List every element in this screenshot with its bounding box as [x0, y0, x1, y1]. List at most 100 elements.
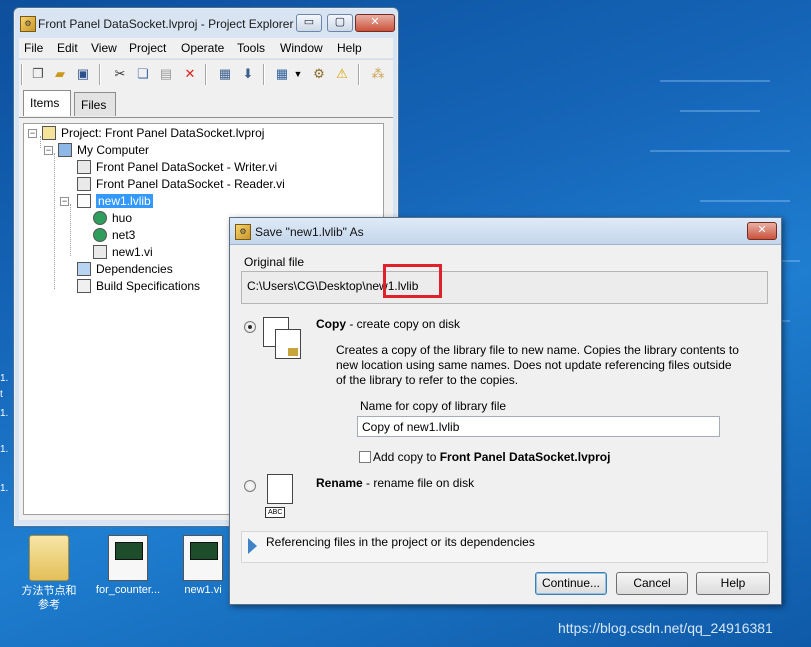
project-icon: [42, 126, 56, 140]
menu-file[interactable]: File: [24, 41, 43, 55]
toolbar-separator: [99, 64, 101, 85]
menu-operate[interactable]: Operate: [181, 41, 224, 55]
dialog-titlebar[interactable]: ⚙ Save "new1.lvlib" As ✕: [230, 218, 781, 245]
computer-icon: [58, 143, 72, 157]
vi-icon: [77, 160, 91, 174]
tree-line: [54, 153, 55, 289]
help-button[interactable]: Help: [696, 572, 770, 595]
tree-item-label: Project: Front Panel DataSocket.lvproj: [61, 126, 265, 140]
menu-tools[interactable]: Tools: [237, 41, 265, 55]
cancel-button[interactable]: Cancel: [616, 572, 688, 595]
open-icon[interactable]: ▰: [51, 65, 69, 83]
deploy-icon[interactable]: ⬇: [239, 65, 257, 83]
rename-file-icon: ABC: [265, 474, 307, 518]
desktop-icon-folder[interactable]: 方法节点和 参考: [4, 535, 94, 612]
labview-icon: ⚙: [235, 224, 251, 240]
desktop-icon-label: 方法节点和 参考: [21, 585, 77, 611]
tree-item-label: Dependencies: [96, 262, 173, 276]
copy-description-line: Creates a copy of the library file to ne…: [336, 343, 739, 357]
tree-item-label: Front Panel DataSocket - Reader.vi: [96, 177, 285, 191]
menu-project[interactable]: Project: [129, 41, 166, 55]
collapse-icon[interactable]: ⁂: [369, 65, 387, 83]
toolbar-separator: [205, 64, 207, 85]
tree-item-label: new1.lvlib: [96, 194, 153, 208]
tree-item-writer-vi[interactable]: Front Panel DataSocket - Writer.vi: [77, 159, 277, 176]
properties-icon[interactable]: ⚙: [310, 65, 328, 83]
project-explorer-titlebar[interactable]: ⚙ Front Panel DataSocket.lvproj - Projec…: [14, 8, 398, 38]
tree-item-new1-vi[interactable]: new1.vi: [93, 244, 153, 261]
rename-option-subtitle: - rename file on disk: [362, 476, 475, 490]
warning-icon[interactable]: ⚠: [333, 65, 351, 83]
maximize-button[interactable]: ▢: [327, 14, 353, 32]
desktop-edge-label: 1.: [0, 444, 9, 455]
tree-item-project[interactable]: Project: Front Panel DataSocket.lvproj: [42, 125, 264, 142]
toolbar-separator: [21, 64, 23, 85]
expand-toggle[interactable]: −: [44, 146, 53, 155]
shared-variable-icon: [93, 211, 107, 225]
dependencies-icon: [77, 262, 91, 276]
new-icon[interactable]: ❐: [29, 65, 47, 83]
paste-icon[interactable]: ▤: [157, 65, 175, 83]
menu-edit[interactable]: Edit: [57, 41, 78, 55]
build-icon[interactable]: ▦: [216, 65, 234, 83]
rename-option-title: Rename: [316, 476, 363, 490]
referencing-files-expander[interactable]: Referencing files in the project or its …: [241, 531, 768, 563]
menu-window[interactable]: Window: [280, 41, 323, 55]
tab-files[interactable]: Files: [74, 92, 116, 116]
save-as-dialog: ⚙ Save "new1.lvlib" As ✕ Original file C…: [229, 217, 782, 605]
add-to-project-checkbox[interactable]: [359, 451, 371, 463]
labview-project-icon: ⚙: [20, 16, 36, 32]
tree-item-huo[interactable]: huo: [93, 210, 132, 227]
add-to-project-label: Add copy to Front Panel DataSocket.lvpro…: [373, 450, 610, 464]
tree-item-new1-lvlib[interactable]: new1.lvlib: [77, 193, 153, 210]
copy-icon[interactable]: ❏: [134, 65, 152, 83]
tree-item-reader-vi[interactable]: Front Panel DataSocket - Reader.vi: [77, 176, 285, 193]
delete-icon[interactable]: ✕: [181, 65, 199, 83]
watermark-text: https://blog.csdn.net/qq_24916381: [558, 620, 773, 636]
copy-name-input[interactable]: Copy of new1.lvlib: [357, 416, 720, 437]
rename-radio[interactable]: [244, 480, 256, 492]
tree-item-dependencies[interactable]: Dependencies: [77, 261, 173, 278]
vi-file-icon: [183, 535, 223, 581]
copy-option-label: Copy - create copy on disk: [316, 317, 460, 331]
dialog-title: Save "new1.lvlib" As: [255, 225, 364, 239]
tree-item-net3[interactable]: net3: [93, 227, 135, 244]
vi-icon: [93, 245, 107, 259]
menu-help[interactable]: Help: [337, 41, 362, 55]
shared-variable-icon: [93, 228, 107, 242]
minimize-button[interactable]: ▭: [296, 14, 322, 32]
continue-button[interactable]: Continue...: [535, 572, 607, 595]
add-to-project-name: Front Panel DataSocket.lvproj: [439, 450, 611, 464]
folder-icon: [29, 535, 69, 581]
copy-description: Creates a copy of the library file to ne…: [336, 343, 739, 388]
original-file-box: C:\Users\CG\Desktop\new1.lvlib: [241, 271, 768, 304]
desktop-edge-label: 1.: [0, 483, 9, 494]
tree-item-label: Front Panel DataSocket - Writer.vi: [96, 160, 278, 174]
close-button[interactable]: ✕: [355, 14, 395, 32]
tab-items[interactable]: Items: [23, 90, 71, 116]
copy-radio[interactable]: [244, 321, 256, 333]
cut-icon[interactable]: ✂: [111, 65, 129, 83]
window-title: Front Panel DataSocket.lvproj - Project …: [38, 17, 294, 31]
tree-item-my-computer[interactable]: My Computer: [58, 142, 149, 159]
expand-arrow-icon: [248, 538, 257, 554]
copy-description-line: of the library to refer to the copies.: [336, 373, 519, 387]
chevron-down-icon[interactable]: ▼: [289, 65, 307, 83]
referencing-files-label: Referencing files in the project or its …: [266, 535, 535, 549]
menu-view[interactable]: View: [91, 41, 117, 55]
tree-item-build-specifications[interactable]: Build Specifications: [77, 278, 200, 295]
red-highlight-annotation: [383, 264, 442, 298]
menu-bar: File Edit View Project Operate Tools Win…: [19, 38, 393, 58]
add-to-project-prefix: Add copy to: [373, 450, 440, 464]
desktop-edge-label: t: [0, 389, 3, 400]
tree-item-label: My Computer: [77, 143, 150, 157]
desktop-edge-label: 1.: [0, 373, 9, 384]
build-specifications-icon: [77, 279, 91, 293]
library-icon: [77, 194, 91, 208]
save-all-icon[interactable]: ▣: [74, 65, 92, 83]
expand-toggle[interactable]: −: [28, 129, 37, 138]
dialog-close-button[interactable]: ✕: [747, 222, 777, 240]
expand-toggle[interactable]: −: [60, 197, 69, 206]
toolbar-separator: [358, 64, 360, 85]
vi-file-icon: [108, 535, 148, 581]
